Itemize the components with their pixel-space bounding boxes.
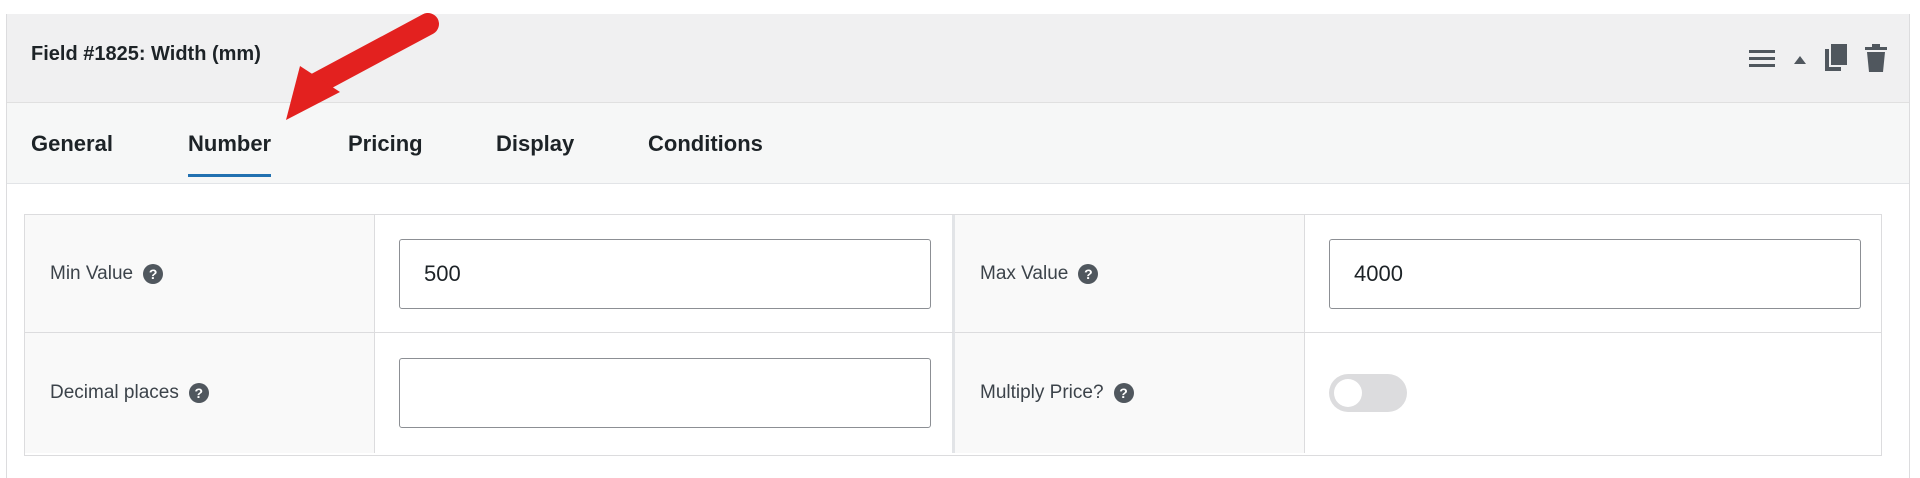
help-icon[interactable]: ? [1078, 263, 1099, 284]
max-value-label-cell: Max Value ? [955, 215, 1305, 333]
help-icon[interactable]: ? [1113, 383, 1134, 403]
max-value-input[interactable] [1329, 238, 1861, 309]
field-title: Field #1825: Width (mm) [31, 43, 261, 65]
decimal-places-input[interactable] [399, 358, 931, 428]
decimal-places-label: Decimal places ? [50, 382, 209, 404]
tab-number[interactable]: Number [188, 131, 272, 177]
tab-conditions[interactable]: Conditions [648, 131, 763, 174]
tab-pricing[interactable]: Pricing [348, 131, 423, 174]
help-icon[interactable]: ? [143, 263, 164, 284]
decimal-places-input-cell [375, 333, 955, 453]
max-value-label: Max Value ? [980, 263, 1099, 285]
max-value-input-cell [1305, 215, 1881, 333]
multiply-price-toggle-cell [1305, 333, 1881, 453]
min-value-input-cell [375, 215, 955, 333]
trash-icon[interactable] [1865, 44, 1887, 77]
multiply-price-toggle[interactable] [1329, 374, 1407, 412]
tab-bar: General Number Pricing Display Condition… [7, 103, 1909, 184]
multiply-price-label: Multiply Price? ? [980, 382, 1134, 404]
decimal-places-label-cell: Decimal places ? [25, 333, 375, 453]
toggle-knob [1334, 379, 1362, 407]
menu-icon[interactable] [1749, 47, 1775, 74]
tab-general[interactable]: General [31, 131, 113, 174]
number-settings-grid: Min Value ? Max Value ? Decimal places ?… [24, 214, 1882, 456]
header-actions [1749, 44, 1887, 77]
field-header[interactable]: Field #1825: Width (mm) [7, 14, 1909, 103]
min-value-input[interactable] [399, 238, 931, 309]
multiply-price-label-cell: Multiply Price? ? [955, 333, 1305, 453]
tab-display[interactable]: Display [496, 131, 574, 174]
collapse-arrow-icon[interactable] [1793, 52, 1807, 70]
help-icon[interactable]: ? [188, 383, 209, 403]
min-value-label: Min Value ? [50, 263, 164, 285]
duplicate-icon[interactable] [1825, 44, 1847, 77]
min-value-label-cell: Min Value ? [25, 215, 375, 333]
